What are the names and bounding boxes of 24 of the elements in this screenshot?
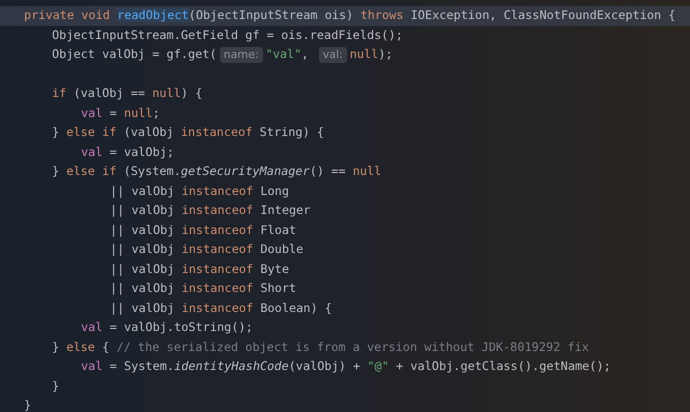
code-text: if (valObj == null) { bbox=[52, 85, 202, 102]
code-text: || valObj instanceof Integer bbox=[110, 202, 310, 219]
code-text: } else if (valObj instanceof String) { bbox=[52, 124, 324, 141]
code-text: val = valObj; bbox=[81, 144, 174, 160]
code-text: || valObj instanceof Byte bbox=[110, 260, 289, 278]
code-text: "val", bbox=[266, 46, 310, 63]
code-text: null); bbox=[350, 46, 393, 63]
code-text: ObjectInputStream.GetField gf = ois.readFields(); bbox=[52, 26, 403, 44]
code-text: || valObj instanceof Double bbox=[110, 241, 304, 258]
code-text: } else if (System.getSecurityManager() == null bbox=[52, 163, 382, 180]
code-text: val = valObj.toString(); bbox=[81, 319, 253, 336]
code-text: Object valObj = gf.get( bbox=[52, 46, 217, 63]
code-text: val = null; bbox=[81, 104, 160, 122]
code-text: || valObj instanceof Long bbox=[110, 182, 289, 200]
inlay-hint: val: bbox=[318, 46, 347, 63]
code-text: } bbox=[52, 378, 60, 394]
inlay-hint: name: bbox=[220, 46, 263, 63]
code-text: || valObj instanceof Short bbox=[110, 280, 296, 297]
code-text: || valObj instanceof Float bbox=[110, 222, 296, 239]
code-text: } bbox=[24, 397, 32, 412]
code-text: private void readObject(ObjectInputStream ois) throws IOException, ClassNotFoundException { bbox=[24, 7, 676, 24]
code-text: || valObj instanceof Boolean) { bbox=[110, 300, 332, 317]
code-text: } else { // the serialized object is from a version without JDK-8019292 fix bbox=[52, 338, 589, 356]
code-text: val = System.identityHashCode(valObj) + "@" + valObj.getClass().getName(); bbox=[81, 358, 611, 375]
